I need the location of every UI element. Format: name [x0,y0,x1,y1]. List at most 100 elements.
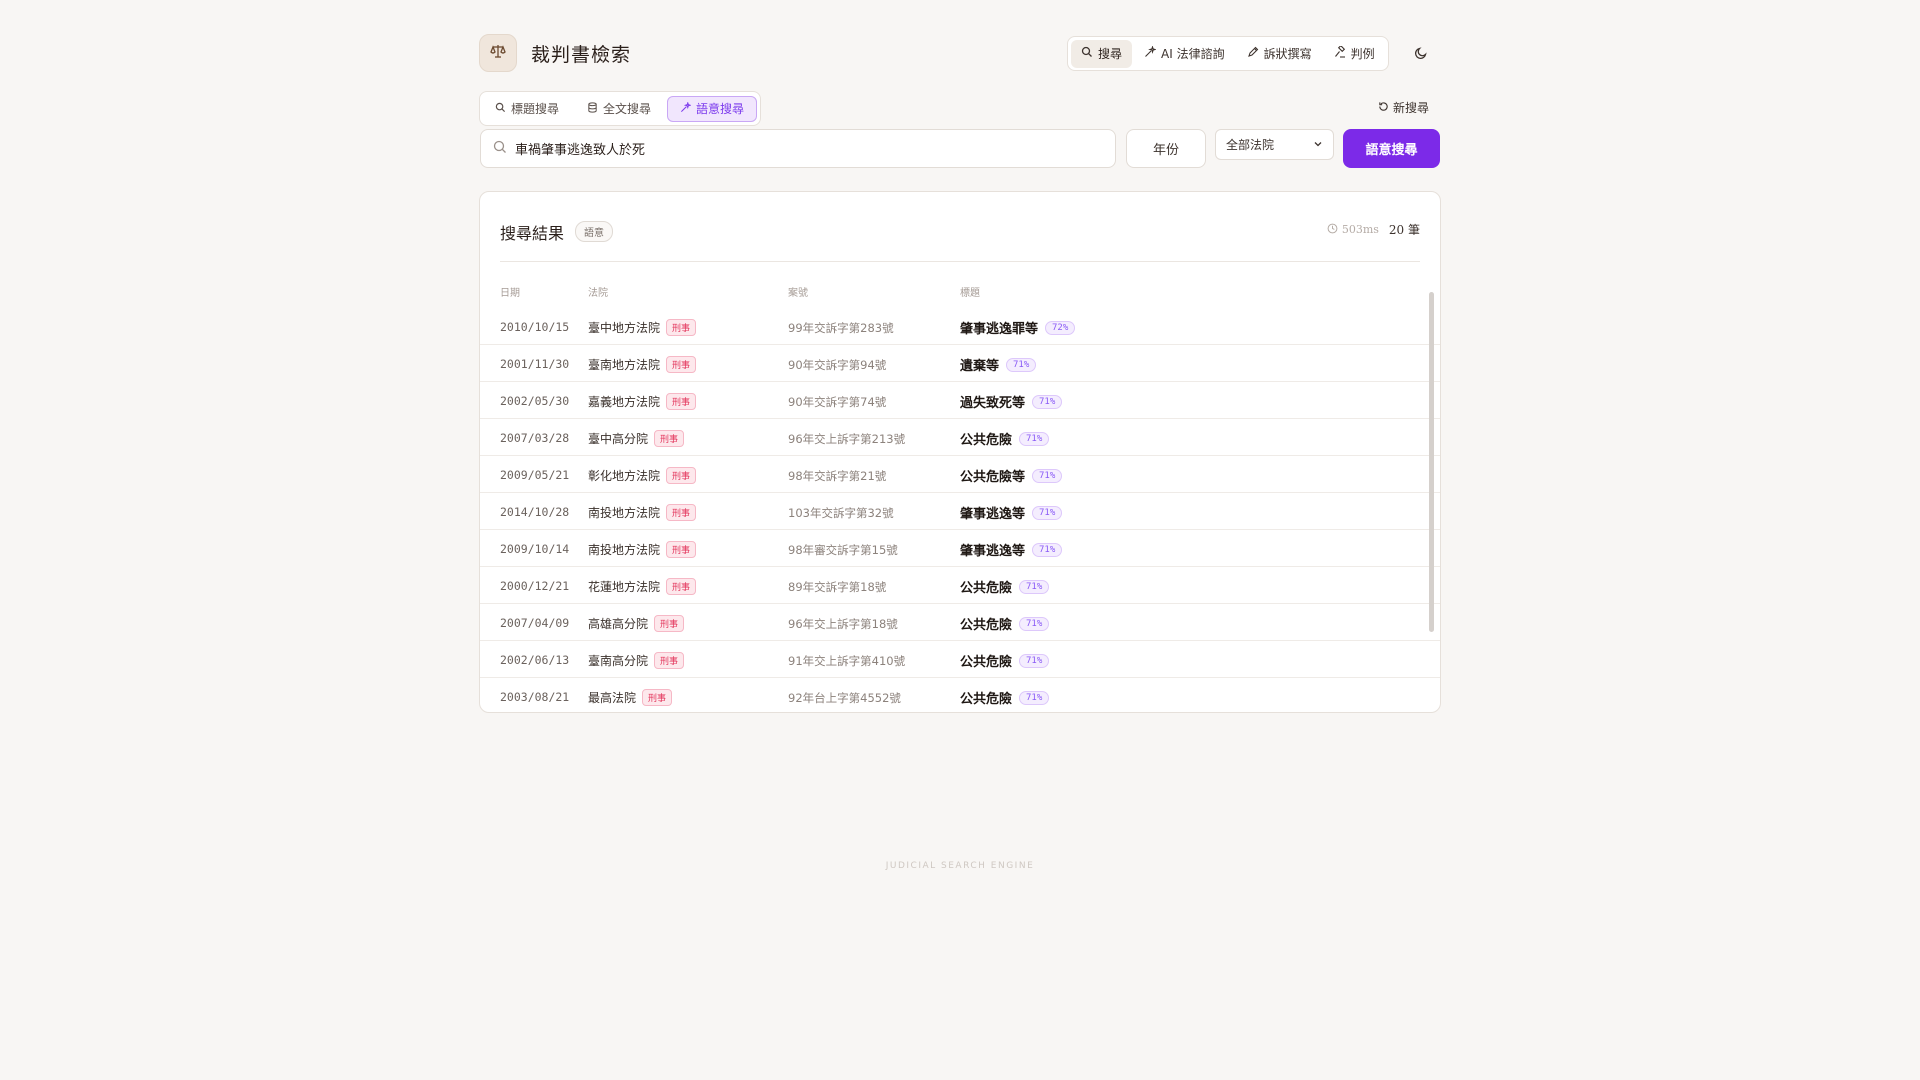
tab-label: 語意搜尋 [696,102,745,116]
row-title[interactable]: 遺棄等 71% [960,355,1037,374]
refresh-icon [1378,101,1389,115]
footer: JUDICIAL SEARCH ENGINE [885,861,1035,871]
nav-ai-consult[interactable]: AI 法律諮詢 [1134,40,1235,68]
main-nav: 搜尋 AI 法律諮詢 訴狀撰寫 判例 [1067,36,1389,71]
nav-label: 搜尋 [1098,47,1123,61]
court-name: 臺南高分院 [588,654,649,668]
row-case-number: 96年交上訴字第18號 [788,617,898,631]
judgment-title: 肇事逃逸等 [960,507,1026,522]
year-filter-button[interactable]: 年份 [1126,129,1206,168]
col-date: 日期 [500,288,520,299]
row-title[interactable]: 公共危險 71% [960,429,1050,448]
court-name: 臺南地方法院 [588,358,661,372]
nav-precedents[interactable]: 判例 [1324,40,1385,68]
search-input[interactable] [515,141,1095,156]
search-mode-tabs: 標題搜尋 全文搜尋 語意搜尋 [479,91,762,126]
search-icon [495,102,506,116]
similarity-score-badge: 71% [1032,468,1063,483]
logo[interactable] [479,34,517,72]
case-type-badge: 刑事 [654,615,685,632]
row-case-number: 89年交訴字第18號 [788,580,887,594]
header: 裁判書檢索 搜尋 AI 法律諮詢 訴狀撰寫 判例 [479,34,1441,74]
page: 裁判書檢索 搜尋 AI 法律諮詢 訴狀撰寫 判例 標題搜尋 全文搜尋 語意搜尋 … [479,34,1441,713]
nav-complaint-drafting[interactable]: 訴狀撰寫 [1237,40,1322,68]
semantic-search-button[interactable]: 語意搜尋 [1343,129,1440,168]
judgment-title: 公共危險 [960,581,1013,596]
row-date: 2001/11/30 [500,357,570,371]
row-case-number: 99年交訴字第283號 [788,321,894,335]
row-title[interactable]: 公共危險等 71% [960,466,1063,485]
judgment-title: 公共危險 [960,655,1013,670]
row-title[interactable]: 公共危險 71% [960,651,1050,670]
similarity-score-badge: 71% [1019,690,1050,705]
row-court: 臺南地方法院 刑事 [588,356,697,373]
row-title[interactable]: 公共危險 71% [960,614,1050,633]
row-title[interactable]: 肇事逃逸等 71% [960,503,1063,522]
row-date: 2002/06/13 [500,653,570,667]
similarity-score-badge: 71% [1019,653,1050,668]
row-title[interactable]: 公共危險 71% [960,688,1050,707]
col-title: 標題 [960,288,980,299]
row-court: 南投地方法院 刑事 [588,504,697,521]
tab-title-search[interactable]: 標題搜尋 [483,96,571,122]
nav-search[interactable]: 搜尋 [1071,39,1133,68]
database-icon [587,101,598,116]
table-row[interactable]: 2001/11/30 臺南地方法院 刑事 90年交訴字第94號 遺棄等 71% [480,345,1440,382]
court-name: 最高法院 [588,691,637,705]
table-row[interactable]: 2002/05/30 嘉義地方法院 刑事 90年交訴字第74號 過失致死等 71% [480,382,1440,419]
row-court: 彰化地方法院 刑事 [588,467,697,484]
scrollbar[interactable] [1429,292,1434,632]
table-row[interactable]: 2002/06/13 臺南高分院 刑事 91年交上訴字第410號 公共危險 71% [480,641,1440,678]
table-row[interactable]: 2009/10/14 南投地方法院 刑事 98年審交訴字第15號 肇事逃逸等 71% [480,530,1440,567]
table-row[interactable]: 2000/12/21 花蓮地方法院 刑事 89年交訴字第18號 公共危險 71% [480,567,1440,604]
row-title[interactable]: 肇事逃逸等 71% [960,540,1063,559]
row-court: 臺中地方法院 刑事 [588,319,697,336]
table-row[interactable]: 2003/08/21 最高法院 刑事 92年台上字第4552號 公共危險 71% [480,678,1440,712]
case-type-badge: 刑事 [666,356,697,373]
row-case-number: 91年交上訴字第410號 [788,654,906,668]
table-row[interactable]: 2009/05/21 彰化地方法院 刑事 98年交訴字第21號 公共危險等 71% [480,456,1440,493]
similarity-score-badge: 71% [1032,394,1063,409]
sparkle-icon [1144,45,1157,61]
case-type-badge: 刑事 [642,689,673,706]
mode-row: 標題搜尋 全文搜尋 語意搜尋 新搜尋 [479,91,1441,127]
results-title: 搜尋結果 [500,224,565,243]
query-time-value: 503ms [1341,223,1379,236]
court-name: 南投地方法院 [588,543,661,557]
search-icon [1081,46,1093,61]
search-icon [493,139,507,158]
nav-label: 判例 [1350,47,1375,61]
result-count: 20 筆 [1388,223,1420,237]
clock-icon [1327,223,1338,237]
case-type-badge: 刑事 [666,578,697,595]
row-date: 2007/03/28 [500,431,570,445]
tab-semantic-search[interactable]: 語意搜尋 [667,95,758,122]
theme-toggle-button[interactable] [1411,44,1431,64]
chevron-down-icon [1313,138,1323,152]
results-header: 搜尋結果 語意 503ms 20 筆 [500,192,1420,262]
table-row[interactable]: 2007/04/09 高雄高分院 刑事 96年交上訴字第18號 公共危險 71% [480,604,1440,641]
court-name: 臺中高分院 [588,432,649,446]
new-search-button[interactable]: 新搜尋 [1378,99,1429,116]
row-date: 2002/05/30 [500,394,570,408]
row-title[interactable]: 過失致死等 71% [960,392,1063,411]
row-title[interactable]: 肇事逃逸罪等 72% [960,318,1076,337]
table-row[interactable]: 2007/03/28 臺中高分院 刑事 96年交上訴字第213號 公共危險 71% [480,419,1440,456]
similarity-score-badge: 71% [1006,357,1037,372]
row-court: 最高法院 刑事 [588,689,673,706]
row-court: 臺中高分院 刑事 [588,430,685,447]
table-row[interactable]: 2010/10/15 臺中地方法院 刑事 99年交訴字第283號 肇事逃逸罪等 72% [480,308,1440,345]
case-type-badge: 刑事 [666,541,697,558]
row-court: 臺南高分院 刑事 [588,652,685,669]
case-type-badge: 刑事 [654,430,685,447]
row-date: 2009/10/14 [500,542,570,556]
row-date: 2014/10/28 [500,505,570,519]
court-select-value: 全部法院 [1226,138,1275,152]
case-type-badge: 刑事 [666,467,697,484]
table-row[interactable]: 2014/10/28 南投地方法院 刑事 103年交訴字第32號 肇事逃逸等 71% [480,493,1440,530]
results-card: 搜尋結果 語意 503ms 20 筆 日期 法院 案號 標題 2010/10/1… [479,191,1441,713]
court-select[interactable]: 全部法院 [1215,129,1334,160]
row-date: 2000/12/21 [500,579,570,593]
tab-fulltext-search[interactable]: 全文搜尋 [575,96,663,122]
row-title[interactable]: 公共危險 71% [960,577,1050,596]
